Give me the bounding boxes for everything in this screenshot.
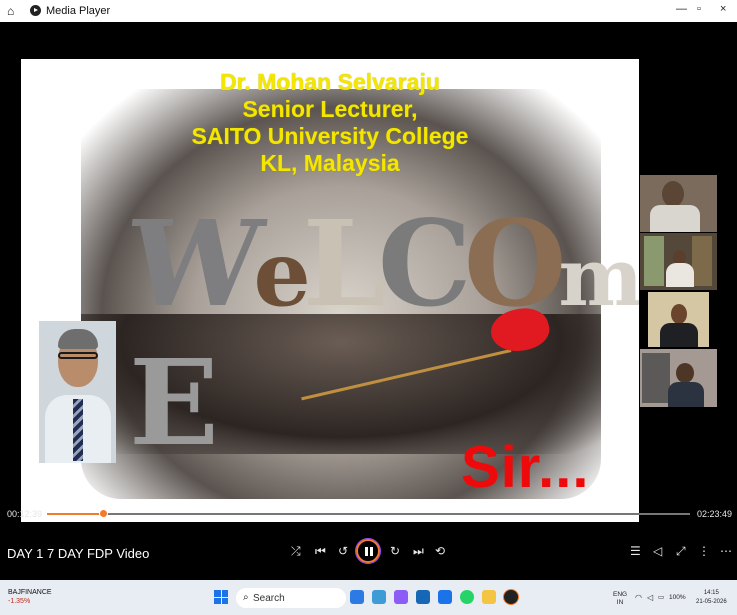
closing-text: Sir... xyxy=(461,435,590,500)
system-clock[interactable]: 14:15 21-05-2026 xyxy=(696,589,727,607)
copilot-icon[interactable] xyxy=(394,590,408,604)
media-player-taskbar-icon[interactable] xyxy=(504,590,518,604)
window-title: Media Player xyxy=(46,5,111,17)
language-bottom: IN xyxy=(616,599,624,606)
welcome-letter: W xyxy=(121,194,261,333)
language-indicator[interactable]: ENG IN xyxy=(613,591,627,607)
language-top: ENG xyxy=(613,591,628,598)
participant-thumbnail[interactable] xyxy=(640,349,717,407)
seek-progress xyxy=(47,513,104,515)
next-icon[interactable]: ⏭ xyxy=(413,544,424,559)
welcome-letter: m xyxy=(558,230,639,324)
participant-thumbnail[interactable] xyxy=(640,175,717,232)
folder-icon[interactable] xyxy=(482,590,496,604)
speaker-title: Senior Lecturer, xyxy=(242,96,418,122)
speaker-institution: SAITO University College xyxy=(191,123,469,149)
video-title: DAY 1 7 DAY FDP Video xyxy=(7,546,150,561)
taskview-icon[interactable] xyxy=(350,590,364,604)
welcome-letter: L xyxy=(302,194,386,333)
volume-tray-icon[interactable]: ◁ xyxy=(647,594,653,602)
seek-bar[interactable]: 00:12:39 02:23:49 xyxy=(0,504,737,522)
volume-icon[interactable]: ◁ xyxy=(653,544,662,558)
fullscreen-icon[interactable]: ⤢ xyxy=(676,544,686,559)
forward-icon[interactable]: ↻ xyxy=(390,544,400,558)
stock-widget[interactable]: BAJFINANCE -1.35% xyxy=(8,588,52,606)
welcome-letter: O xyxy=(463,194,567,333)
more-icon[interactable]: ⋮ xyxy=(698,544,710,558)
welcome-letter: e xyxy=(253,221,311,327)
wifi-icon[interactable]: ◠ xyxy=(635,594,642,602)
previous-icon[interactable]: ⏮ xyxy=(315,544,326,559)
speaker-photo xyxy=(39,321,116,463)
pause-icon[interactable] xyxy=(356,539,380,563)
maximize-button[interactable]: ▫ xyxy=(697,3,701,15)
search-icon: ⌕ xyxy=(243,592,249,603)
repeat-icon[interactable]: ⟲ xyxy=(435,544,445,558)
home-icon[interactable]: ⌂ xyxy=(7,4,14,18)
stock-change: -1.35% xyxy=(8,598,31,605)
participant-thumbnail[interactable] xyxy=(640,233,717,290)
battery-percent: 100% xyxy=(669,594,686,601)
welcome-letter: C xyxy=(377,194,472,333)
windows-icon[interactable] xyxy=(214,590,228,604)
search-placeholder: Search xyxy=(253,593,285,604)
stock-name: BAJFINANCE xyxy=(8,589,52,596)
search-input[interactable]: ⌕ Search xyxy=(236,588,346,608)
title-bar: ⌂ Media Player — ▫ × xyxy=(0,0,737,22)
minimize-button[interactable]: — xyxy=(676,3,687,15)
total-time: 02:23:49 xyxy=(697,509,733,519)
shuffle-icon[interactable]: ⤮ xyxy=(291,544,301,559)
speaker-location: KL, Malaysia xyxy=(260,150,400,176)
media-player-icon xyxy=(30,5,41,16)
welcome-letters: WeLCOm E xyxy=(122,194,639,472)
edge-icon[interactable] xyxy=(372,590,386,604)
participant-thumbnail[interactable] xyxy=(648,292,709,347)
more-icon[interactable]: ⋯ xyxy=(720,544,732,558)
welcome-letter: E xyxy=(129,333,219,472)
close-button[interactable]: × xyxy=(720,3,726,15)
speaker-credentials: Dr. Mohan Selvaraju Senior Lecturer, SAI… xyxy=(21,69,639,177)
app-icon[interactable] xyxy=(438,590,452,604)
playlist-icon[interactable]: ☰ xyxy=(630,544,641,558)
clock-date: 21-05-2026 xyxy=(696,599,727,605)
seek-handle[interactable] xyxy=(99,509,109,518)
video-frame[interactable]: WeLCOm E Dr. Mohan Selvaraju Senior Lectu… xyxy=(21,59,639,522)
battery-icon[interactable]: ▭ xyxy=(658,594,664,602)
playback-controls: DAY 1 7 DAY FDP Video ⤮ ⏮ ↺ ↻ ⏭ ⟲ ☰ ◁ ⤢ … xyxy=(0,530,737,580)
taskbar: BAJFINANCE -1.35% ⌕ Search ENG IN ◠ ◁ ▭ … xyxy=(0,580,737,615)
seek-track[interactable] xyxy=(47,509,690,518)
clock-time: 14:15 xyxy=(703,590,719,596)
store-icon[interactable] xyxy=(416,590,430,604)
rewind-icon[interactable]: ↺ xyxy=(338,544,348,558)
elapsed-time: 00:12:39 xyxy=(7,509,43,519)
whatsapp-icon[interactable] xyxy=(460,590,474,604)
speaker-name: Dr. Mohan Selvaraju xyxy=(220,69,440,95)
